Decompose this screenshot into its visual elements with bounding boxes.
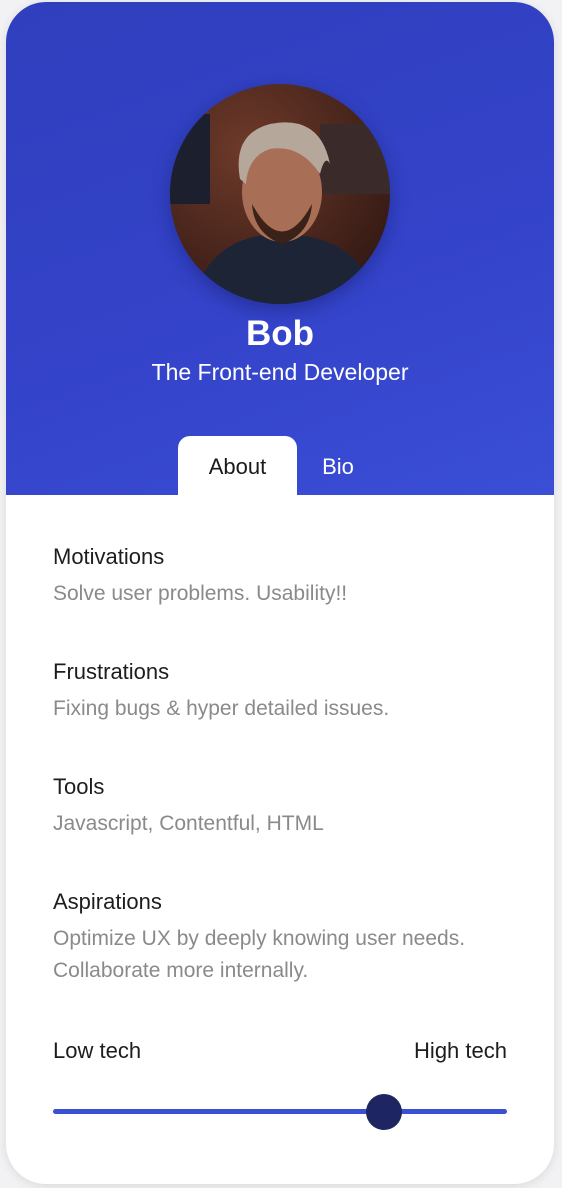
persona-card: Bob The Front-end Developer About Bio Mo… [6,2,554,1184]
avatar [170,84,390,304]
profile-name: Bob [245,314,315,353]
section-tools: Tools Javascript, Contentful, HTML [53,772,513,840]
high-tech-label: High tech [414,1038,507,1063]
section-title: Tools [53,774,105,799]
tech-slider-thumb[interactable] [366,1094,403,1130]
tab-bio[interactable]: Bio [304,436,372,496]
tech-slider-track[interactable] [53,1109,507,1114]
section-text: Javascript, Contentful, HTML [53,812,324,835]
section-aspirations: Aspirations Optimize UX by deeply knowin… [53,887,493,987]
section-text: Fixing bugs & hyper detailed issues. [53,697,390,720]
section-title: Aspirations [53,889,162,914]
section-title: Motivations [53,544,165,569]
section-text: Solve user problems. Usability!! [53,582,348,605]
section-text: Optimize UX by deeply knowing user needs… [53,927,466,982]
section-frustrations: Frustrations Fixing bugs & hyper detaile… [53,657,513,725]
avatar-photo [170,84,390,304]
tab-about[interactable]: About [178,436,297,496]
profile-role: The Front-end Developer [151,359,409,385]
section-motivations: Motivations Solve user problems. Usabili… [53,542,513,610]
section-title: Frustrations [53,659,170,684]
low-tech-label: Low tech [53,1038,142,1063]
profile-header: Bob The Front-end Developer About Bio [6,2,554,496]
